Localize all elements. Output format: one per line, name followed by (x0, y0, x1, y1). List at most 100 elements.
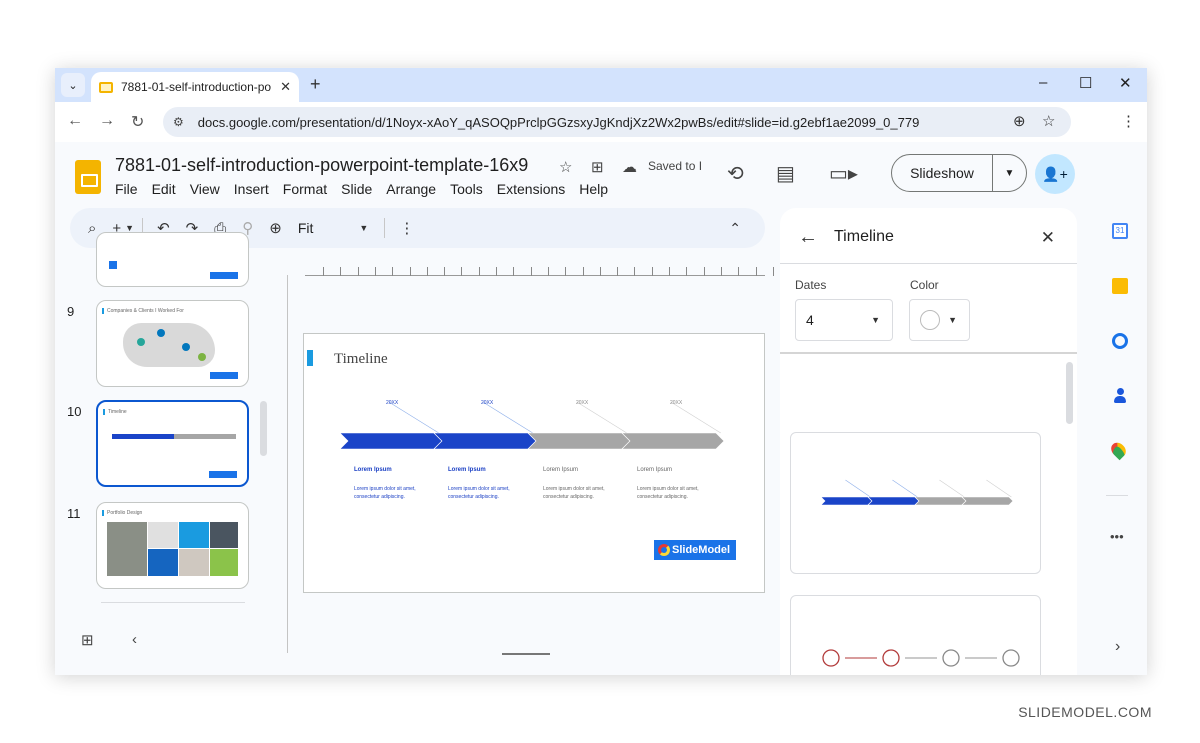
slideshow-button[interactable]: Slideshow (892, 155, 993, 191)
maximize-button[interactable]: ☐ (1079, 74, 1092, 92)
keep-icon[interactable] (1112, 278, 1128, 294)
menu-arrange[interactable]: Arrange (386, 181, 436, 197)
browser-menu-icon[interactable]: ⋮ (1121, 112, 1136, 130)
slide-thumbnail-10[interactable]: Timeline (96, 400, 249, 487)
contacts-body (1114, 396, 1126, 403)
menu-view[interactable]: View (190, 181, 220, 197)
zoom-select[interactable]: Fit (298, 220, 314, 236)
color-select[interactable]: ▼ (909, 299, 970, 341)
timeline-leader-line (482, 401, 533, 434)
menu-slide[interactable]: Slide (341, 181, 372, 197)
comments-icon[interactable]: ▤ (776, 161, 795, 186)
timeline-item-heading[interactable]: Lorem Ipsum (543, 467, 578, 473)
close-panel-icon[interactable]: ✕ (1041, 228, 1055, 248)
filmstrip-scrollbar[interactable] (260, 401, 267, 456)
thumb-title: Companies & Clients I Worked For (107, 308, 184, 314)
slide-canvas[interactable]: Timeline 20XX 20XX 20XX 20XX Lorem Ipsum… (303, 333, 765, 593)
dates-select[interactable]: 4 ▼ (795, 299, 893, 341)
menu-insert[interactable]: Insert (234, 181, 269, 197)
timeline-leader-line (939, 479, 965, 498)
expand-rail-icon[interactable]: › (1115, 638, 1120, 656)
timeline-template-option-circles[interactable] (790, 595, 1041, 675)
share-button[interactable]: 👤+ (1035, 154, 1075, 194)
forward-button[interactable]: → (99, 112, 115, 130)
zoom-dropdown-icon[interactable]: ▼ (359, 223, 368, 233)
back-button[interactable]: ← (67, 112, 83, 130)
timeline-date[interactable]: 20XX (670, 400, 682, 406)
dates-value: 4 (806, 312, 814, 328)
new-tab-button[interactable]: + (310, 74, 321, 95)
collapse-toolbar-icon[interactable]: ⌃ (729, 220, 741, 237)
reload-button[interactable]: ↻ (131, 112, 144, 132)
timeline-item-body[interactable]: Lorem ipsum dolor sit amet, consectetur … (448, 485, 528, 501)
vertical-ruler (287, 275, 288, 653)
version-history-icon[interactable]: ⟲ (727, 161, 744, 186)
menu-help[interactable]: Help (579, 181, 608, 197)
slide-thumbnail-9[interactable]: Companies & Clients I Worked For (96, 300, 249, 387)
slide-thumbnail[interactable] (96, 232, 249, 287)
more-addons-icon[interactable]: ••• (1110, 529, 1124, 544)
ruler-tick (426, 267, 428, 276)
document-title[interactable]: 7881-01-self-introduction-powerpoint-tem… (115, 155, 528, 176)
thumb-logo (210, 272, 238, 279)
contacts-icon[interactable] (1112, 388, 1128, 404)
tab-close-icon[interactable]: ✕ (280, 79, 291, 95)
move-folder-icon[interactable]: ⊞ (591, 158, 604, 176)
zoom-icon[interactable]: ⊕ (1013, 112, 1026, 130)
calendar-icon[interactable]: 31 (1112, 223, 1128, 239)
back-arrow-icon[interactable]: ← (798, 226, 818, 249)
thumb-tile (179, 522, 209, 548)
slideshow-dropdown-icon[interactable]: ▼ (993, 168, 1026, 179)
ruler-tick (409, 267, 411, 276)
more-options-icon[interactable]: ⋮ (399, 219, 414, 237)
url-text[interactable]: docs.google.com/presentation/d/1Noyx-xAo… (198, 115, 920, 130)
bookmark-star-icon[interactable]: ☆ (1042, 112, 1055, 130)
menu-tools[interactable]: Tools (450, 181, 483, 197)
zoom-in-icon[interactable]: ⊕ (269, 219, 282, 237)
ruler-tick (703, 267, 705, 276)
slides-logo-icon[interactable] (75, 160, 101, 194)
timeline-item-body[interactable]: Lorem ipsum dolor sit amet, consectetur … (354, 485, 434, 501)
tab-strip: ⌄ 7881-01-self-introduction-powerpoint-t… (55, 68, 1147, 102)
slide-thumbnail-11[interactable]: Portfolio Design (96, 502, 249, 589)
site-settings-icon[interactable]: ⚙ (173, 115, 184, 129)
timeline-item-heading[interactable]: Lorem Ipsum (637, 467, 672, 473)
timeline-date[interactable]: 20XX (576, 400, 588, 406)
timeline-date[interactable]: 20XX (481, 400, 493, 406)
star-icon[interactable]: ☆ (559, 158, 572, 176)
collapse-filmstrip-icon[interactable]: ‹ (132, 631, 137, 648)
minimize-button[interactable]: – (1039, 74, 1047, 91)
tab-title: 7881-01-self-introduction-powerpoint-tem… (121, 80, 271, 94)
slidemodel-logo-icon (658, 544, 670, 556)
slideshow-button-group: Slideshow ▼ (891, 154, 1027, 192)
close-window-button[interactable]: ✕ (1119, 74, 1132, 92)
thumb-accent (102, 510, 104, 516)
menu-format[interactable]: Format (283, 181, 327, 197)
panel-scrollbar[interactable] (1066, 362, 1073, 424)
meet-camera-icon[interactable]: ▭▸ (829, 161, 858, 186)
timeline-leader-line (576, 401, 627, 434)
ruler-tick (651, 267, 653, 276)
address-bar[interactable]: ⚙ docs.google.com/presentation/d/1Noyx-x… (163, 107, 1071, 137)
browser-tab[interactable]: 7881-01-self-introduction-powerpoint-tem… (91, 72, 299, 102)
speaker-notes-handle[interactable] (502, 653, 550, 655)
timeline-date[interactable]: 20XX (386, 400, 398, 406)
search-menus-icon[interactable]: ⌕ (88, 220, 96, 237)
timeline-item-body[interactable]: Lorem ipsum dolor sit amet, consectetur … (543, 485, 623, 501)
map-pin-icon (137, 338, 145, 346)
menu-file[interactable]: File (115, 181, 138, 197)
menu-edit[interactable]: Edit (152, 181, 176, 197)
tasks-icon[interactable] (1112, 333, 1128, 349)
timeline-item-heading[interactable]: Lorem Ipsum (354, 467, 392, 473)
thumb-tile (210, 549, 238, 576)
grid-view-icon[interactable]: ⊞ (81, 631, 94, 649)
timeline-template-option-arrows[interactable] (790, 432, 1041, 574)
timeline-segment (820, 496, 873, 506)
thumb-tile (148, 549, 178, 576)
timeline-item-body[interactable]: Lorem ipsum dolor sit amet, consectetur … (637, 485, 717, 501)
thumb-photo (210, 522, 238, 548)
maps-icon[interactable] (1108, 439, 1129, 461)
tab-search-button[interactable]: ⌄ (61, 73, 85, 97)
timeline-item-heading[interactable]: Lorem Ipsum (448, 467, 486, 473)
menu-extensions[interactable]: Extensions (497, 181, 565, 197)
